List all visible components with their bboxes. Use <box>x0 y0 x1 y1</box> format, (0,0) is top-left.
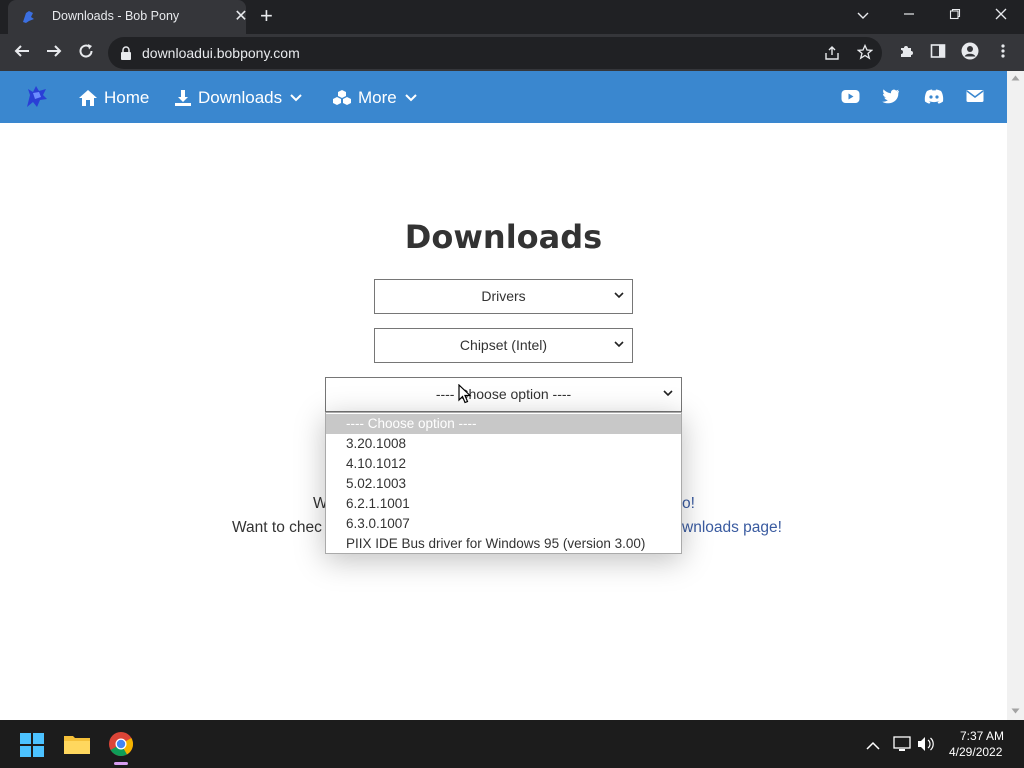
subcategory-select-value: Chipset (Intel) <box>459 337 548 353</box>
mouse-cursor-icon <box>458 384 472 404</box>
version-select-value: ---- Choose option ---- <box>435 386 572 402</box>
browser-tab[interactable]: Downloads - Bob Pony ✕ <box>8 0 248 34</box>
volume-icon[interactable] <box>917 736 935 757</box>
discord-icon[interactable] <box>924 89 944 107</box>
url-text[interactable]: downloadui.bobpony.com <box>142 45 300 61</box>
dropdown-option[interactable]: ---- Choose option ---- <box>326 414 681 434</box>
chevron-down-icon <box>290 94 302 102</box>
dropdown-option[interactable]: 5.02.1003 <box>326 474 681 494</box>
chrome-menu-icon[interactable] <box>991 42 1015 64</box>
cubes-icon <box>333 90 351 105</box>
home-icon <box>79 90 97 106</box>
category-select[interactable]: Drivers <box>374 279 633 314</box>
dropdown-option[interactable]: 4.10.1012 <box>326 454 681 474</box>
info-text-line2-left: Want to chec <box>232 519 322 536</box>
page-title: Downloads <box>404 218 603 256</box>
extensions-icon[interactable] <box>894 42 918 64</box>
site-logo-icon[interactable] <box>22 83 50 116</box>
close-window-button[interactable] <box>986 5 1016 27</box>
scroll-up-icon[interactable] <box>1011 75 1020 81</box>
chrome-taskbar-icon[interactable] <box>108 731 134 762</box>
nav-downloads-dropdown[interactable]: Downloads <box>174 88 308 108</box>
youtube-icon[interactable] <box>841 89 861 107</box>
active-app-indicator <box>114 762 128 765</box>
tab-title: Downloads - Bob Pony <box>52 9 180 23</box>
twitter-icon[interactable] <box>882 89 902 107</box>
chevron-down-icon <box>614 292 624 299</box>
tab-strip: Downloads - Bob Pony ✕ + <box>0 0 1024 34</box>
reload-icon[interactable] <box>74 42 98 64</box>
tab-close-icon[interactable]: ✕ <box>234 7 248 27</box>
version-dropdown-list: ---- Choose option ---- 3.20.1008 4.10.1… <box>325 412 682 554</box>
chevron-down-icon <box>614 341 624 348</box>
scroll-down-icon[interactable] <box>1011 708 1020 714</box>
forward-arrow-icon[interactable] <box>42 42 66 64</box>
site-navbar: Home Downloads More <box>0 71 1007 123</box>
nav-more-label: More <box>358 88 397 107</box>
address-bar[interactable]: downloadui.bobpony.com <box>108 37 882 69</box>
download-icon <box>175 90 191 106</box>
share-icon[interactable] <box>824 45 840 66</box>
clock-time[interactable]: 7:37 AM <box>960 729 1004 743</box>
side-panel-icon[interactable] <box>926 42 950 64</box>
chevron-down-icon <box>663 390 673 397</box>
profile-avatar-icon[interactable] <box>958 42 982 64</box>
old-downloads-link[interactable]: wnloads page! <box>682 519 782 537</box>
windows-start-icon[interactable] <box>20 733 44 762</box>
favicon-icon <box>20 9 36 30</box>
show-hidden-icons-icon[interactable] <box>866 738 880 756</box>
vertical-scrollbar[interactable] <box>1007 71 1024 720</box>
new-tab-button[interactable]: + <box>260 4 273 28</box>
bookmark-star-icon[interactable] <box>856 43 874 65</box>
subcategory-select[interactable]: Chipset (Intel) <box>374 328 633 363</box>
chevron-down-icon <box>405 94 417 102</box>
dropdown-option[interactable]: 6.3.0.1007 <box>326 514 681 534</box>
restore-button[interactable] <box>940 5 970 27</box>
info-text-line1-right[interactable]: o! <box>682 495 695 513</box>
tab-search-icon[interactable] <box>848 5 878 27</box>
back-arrow-icon[interactable] <box>10 42 34 64</box>
network-icon[interactable] <box>893 736 911 757</box>
windows-taskbar: 7:37 AM 4/29/2022 <box>0 720 1024 768</box>
nav-home-label: Home <box>104 88 150 107</box>
nav-home-link[interactable]: Home <box>78 88 149 108</box>
lock-icon[interactable] <box>120 46 132 65</box>
browser-toolbar: downloadui.bobpony.com <box>0 34 1024 71</box>
dropdown-option[interactable]: PIIX IDE Bus driver for Windows 95 (vers… <box>326 534 681 554</box>
dropdown-option[interactable]: 3.20.1008 <box>326 434 681 454</box>
email-icon[interactable] <box>966 89 986 107</box>
minimize-button[interactable] <box>894 5 924 27</box>
nav-downloads-label: Downloads <box>198 88 283 107</box>
file-explorer-icon[interactable] <box>64 733 90 760</box>
nav-more-dropdown[interactable]: More <box>332 88 423 108</box>
dropdown-option[interactable]: 6.2.1.1001 <box>326 494 681 514</box>
version-select[interactable]: ---- Choose option ---- <box>325 377 682 412</box>
clock-date[interactable]: 4/29/2022 <box>949 745 1002 759</box>
category-select-value: Drivers <box>481 288 526 304</box>
